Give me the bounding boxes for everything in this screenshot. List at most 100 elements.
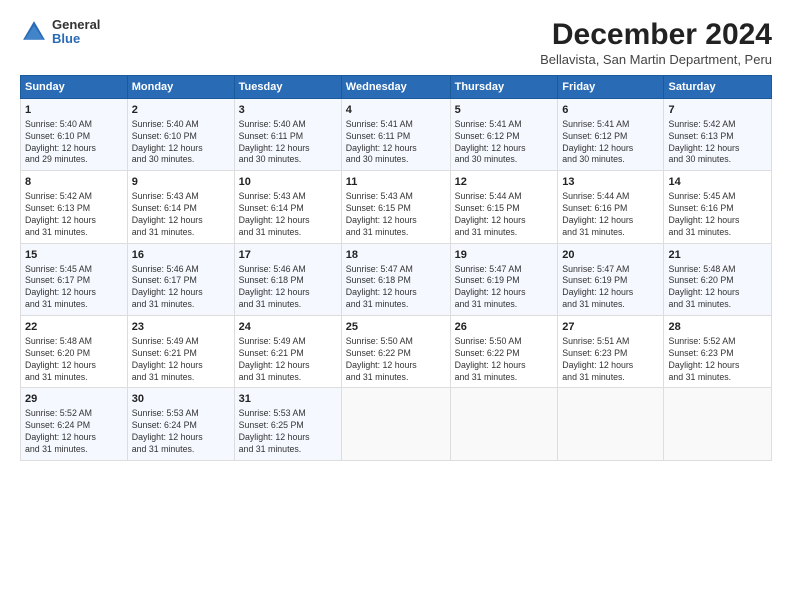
day-number: 26 (455, 320, 554, 335)
day-info: Sunrise: 5:44 AMSunset: 6:16 PMDaylight:… (562, 191, 659, 239)
location-subtitle: Bellavista, San Martin Department, Peru (540, 52, 772, 67)
calendar-cell: 27Sunrise: 5:51 AMSunset: 6:23 PMDayligh… (558, 316, 664, 388)
day-number: 12 (455, 175, 554, 190)
day-info: Sunrise: 5:40 AMSunset: 6:10 PMDaylight:… (132, 119, 230, 167)
day-number: 2 (132, 103, 230, 118)
calendar-cell: 2Sunrise: 5:40 AMSunset: 6:10 PMDaylight… (127, 99, 234, 171)
logo-blue: Blue (52, 32, 100, 46)
day-info: Sunrise: 5:40 AMSunset: 6:10 PMDaylight:… (25, 119, 123, 167)
calendar-cell: 25Sunrise: 5:50 AMSunset: 6:22 PMDayligh… (341, 316, 450, 388)
calendar-cell: 14Sunrise: 5:45 AMSunset: 6:16 PMDayligh… (664, 171, 772, 243)
day-number: 28 (668, 320, 767, 335)
calendar-cell: 5Sunrise: 5:41 AMSunset: 6:12 PMDaylight… (450, 99, 558, 171)
day-number: 10 (239, 175, 337, 190)
day-info: Sunrise: 5:41 AMSunset: 6:11 PMDaylight:… (346, 119, 446, 167)
calendar-week-2: 8Sunrise: 5:42 AMSunset: 6:13 PMDaylight… (21, 171, 772, 243)
calendar-cell: 8Sunrise: 5:42 AMSunset: 6:13 PMDaylight… (21, 171, 128, 243)
calendar-cell (341, 388, 450, 460)
calendar-cell: 28Sunrise: 5:52 AMSunset: 6:23 PMDayligh… (664, 316, 772, 388)
day-number: 19 (455, 248, 554, 263)
day-info: Sunrise: 5:45 AMSunset: 6:16 PMDaylight:… (668, 191, 767, 239)
calendar-cell: 22Sunrise: 5:48 AMSunset: 6:20 PMDayligh… (21, 316, 128, 388)
day-number: 6 (562, 103, 659, 118)
day-info: Sunrise: 5:47 AMSunset: 6:19 PMDaylight:… (455, 264, 554, 312)
day-info: Sunrise: 5:48 AMSunset: 6:20 PMDaylight:… (668, 264, 767, 312)
day-info: Sunrise: 5:43 AMSunset: 6:14 PMDaylight:… (239, 191, 337, 239)
header-row: Sunday Monday Tuesday Wednesday Thursday… (21, 76, 772, 99)
day-info: Sunrise: 5:42 AMSunset: 6:13 PMDaylight:… (668, 119, 767, 167)
calendar-week-1: 1Sunrise: 5:40 AMSunset: 6:10 PMDaylight… (21, 99, 772, 171)
day-number: 16 (132, 248, 230, 263)
day-number: 31 (239, 392, 337, 407)
day-info: Sunrise: 5:51 AMSunset: 6:23 PMDaylight:… (562, 336, 659, 384)
day-info: Sunrise: 5:49 AMSunset: 6:21 PMDaylight:… (132, 336, 230, 384)
calendar-week-5: 29Sunrise: 5:52 AMSunset: 6:24 PMDayligh… (21, 388, 772, 460)
day-number: 23 (132, 320, 230, 335)
day-info: Sunrise: 5:40 AMSunset: 6:11 PMDaylight:… (239, 119, 337, 167)
header-area: General Blue December 2024 Bellavista, S… (20, 18, 772, 67)
day-number: 4 (346, 103, 446, 118)
calendar-cell (558, 388, 664, 460)
day-number: 11 (346, 175, 446, 190)
day-number: 15 (25, 248, 123, 263)
calendar-cell: 30Sunrise: 5:53 AMSunset: 6:24 PMDayligh… (127, 388, 234, 460)
logo: General Blue (20, 18, 100, 47)
day-number: 27 (562, 320, 659, 335)
calendar-cell: 10Sunrise: 5:43 AMSunset: 6:14 PMDayligh… (234, 171, 341, 243)
day-info: Sunrise: 5:43 AMSunset: 6:15 PMDaylight:… (346, 191, 446, 239)
calendar-cell: 23Sunrise: 5:49 AMSunset: 6:21 PMDayligh… (127, 316, 234, 388)
day-info: Sunrise: 5:41 AMSunset: 6:12 PMDaylight:… (562, 119, 659, 167)
calendar-cell: 17Sunrise: 5:46 AMSunset: 6:18 PMDayligh… (234, 243, 341, 315)
day-number: 5 (455, 103, 554, 118)
day-number: 14 (668, 175, 767, 190)
calendar-cell: 11Sunrise: 5:43 AMSunset: 6:15 PMDayligh… (341, 171, 450, 243)
calendar-cell: 4Sunrise: 5:41 AMSunset: 6:11 PMDaylight… (341, 99, 450, 171)
calendar-cell: 9Sunrise: 5:43 AMSunset: 6:14 PMDaylight… (127, 171, 234, 243)
header-monday: Monday (127, 76, 234, 99)
calendar-cell: 15Sunrise: 5:45 AMSunset: 6:17 PMDayligh… (21, 243, 128, 315)
day-info: Sunrise: 5:43 AMSunset: 6:14 PMDaylight:… (132, 191, 230, 239)
calendar-cell: 19Sunrise: 5:47 AMSunset: 6:19 PMDayligh… (450, 243, 558, 315)
day-number: 9 (132, 175, 230, 190)
calendar-cell: 16Sunrise: 5:46 AMSunset: 6:17 PMDayligh… (127, 243, 234, 315)
day-info: Sunrise: 5:50 AMSunset: 6:22 PMDaylight:… (455, 336, 554, 384)
day-info: Sunrise: 5:50 AMSunset: 6:22 PMDaylight:… (346, 336, 446, 384)
month-title: December 2024 (540, 18, 772, 52)
calendar-cell: 29Sunrise: 5:52 AMSunset: 6:24 PMDayligh… (21, 388, 128, 460)
header-wednesday: Wednesday (341, 76, 450, 99)
day-info: Sunrise: 5:44 AMSunset: 6:15 PMDaylight:… (455, 191, 554, 239)
calendar-cell: 26Sunrise: 5:50 AMSunset: 6:22 PMDayligh… (450, 316, 558, 388)
logo-icon (20, 18, 48, 46)
calendar-week-3: 15Sunrise: 5:45 AMSunset: 6:17 PMDayligh… (21, 243, 772, 315)
day-number: 22 (25, 320, 123, 335)
calendar-body: 1Sunrise: 5:40 AMSunset: 6:10 PMDaylight… (21, 99, 772, 461)
day-info: Sunrise: 5:52 AMSunset: 6:24 PMDaylight:… (25, 408, 123, 456)
calendar-cell: 7Sunrise: 5:42 AMSunset: 6:13 PMDaylight… (664, 99, 772, 171)
calendar-cell: 13Sunrise: 5:44 AMSunset: 6:16 PMDayligh… (558, 171, 664, 243)
calendar-table: Sunday Monday Tuesday Wednesday Thursday… (20, 75, 772, 461)
calendar-cell: 31Sunrise: 5:53 AMSunset: 6:25 PMDayligh… (234, 388, 341, 460)
day-number: 25 (346, 320, 446, 335)
day-info: Sunrise: 5:53 AMSunset: 6:24 PMDaylight:… (132, 408, 230, 456)
day-number: 30 (132, 392, 230, 407)
logo-text: General Blue (52, 18, 100, 47)
day-info: Sunrise: 5:47 AMSunset: 6:19 PMDaylight:… (562, 264, 659, 312)
calendar-header: Sunday Monday Tuesday Wednesday Thursday… (21, 76, 772, 99)
header-saturday: Saturday (664, 76, 772, 99)
day-number: 13 (562, 175, 659, 190)
header-friday: Friday (558, 76, 664, 99)
day-info: Sunrise: 5:46 AMSunset: 6:18 PMDaylight:… (239, 264, 337, 312)
day-info: Sunrise: 5:52 AMSunset: 6:23 PMDaylight:… (668, 336, 767, 384)
day-number: 8 (25, 175, 123, 190)
day-info: Sunrise: 5:48 AMSunset: 6:20 PMDaylight:… (25, 336, 123, 384)
calendar-cell: 3Sunrise: 5:40 AMSunset: 6:11 PMDaylight… (234, 99, 341, 171)
day-number: 3 (239, 103, 337, 118)
day-number: 21 (668, 248, 767, 263)
calendar-cell: 6Sunrise: 5:41 AMSunset: 6:12 PMDaylight… (558, 99, 664, 171)
day-info: Sunrise: 5:41 AMSunset: 6:12 PMDaylight:… (455, 119, 554, 167)
header-sunday: Sunday (21, 76, 128, 99)
header-thursday: Thursday (450, 76, 558, 99)
calendar-cell: 1Sunrise: 5:40 AMSunset: 6:10 PMDaylight… (21, 99, 128, 171)
day-number: 18 (346, 248, 446, 263)
calendar-cell: 24Sunrise: 5:49 AMSunset: 6:21 PMDayligh… (234, 316, 341, 388)
